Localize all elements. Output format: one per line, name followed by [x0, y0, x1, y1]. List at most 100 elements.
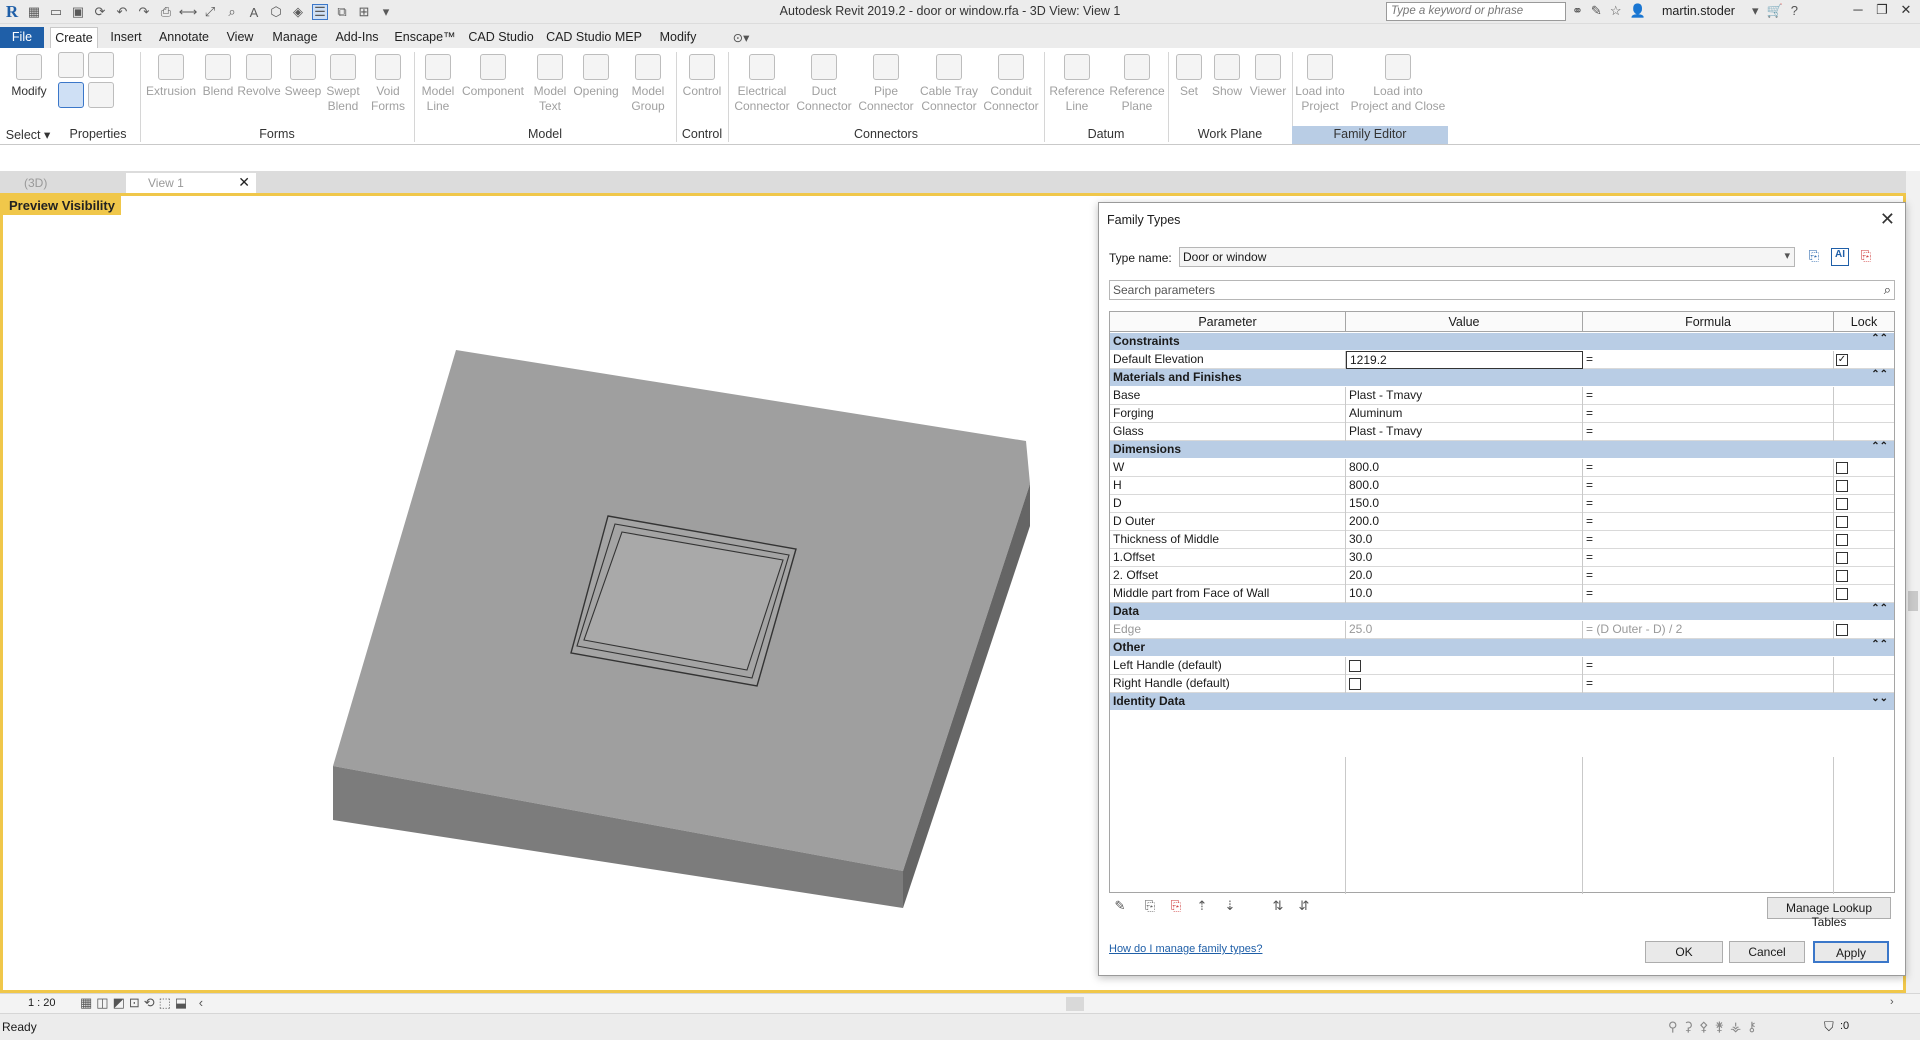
thin-lines-icon[interactable]: ☰ [312, 4, 328, 20]
measure-icon[interactable]: ⟷ [179, 4, 198, 20]
parameter-value[interactable] [1346, 675, 1583, 693]
dialog-close-icon[interactable]: ✕ [1880, 209, 1895, 230]
parameter-value[interactable]: 800.0 [1346, 477, 1583, 495]
lock-checkbox[interactable] [1836, 534, 1848, 546]
value-checkbox[interactable] [1349, 660, 1361, 672]
edit-parameter-icon[interactable]: ✎ [1111, 898, 1129, 916]
family-types-icon[interactable] [88, 52, 114, 78]
filter-icon[interactable]: ⛉ [1824, 1019, 1834, 1035]
reference-plane-button[interactable]: Reference Plane [1108, 52, 1166, 114]
help-icon[interactable]: ? [1791, 3, 1798, 19]
minimize-button[interactable]: ─ [1846, 2, 1870, 22]
scale-label[interactable]: 1 : 20 [28, 997, 56, 1009]
tab-view[interactable]: View [220, 27, 260, 48]
tab-annotate[interactable]: Annotate [154, 27, 214, 48]
type-name-select[interactable]: Door or window ▾ [1179, 247, 1795, 267]
horizontal-scroll-thumb[interactable] [1066, 997, 1084, 1011]
open-icon[interactable]: ▭ [48, 4, 64, 20]
panel-select[interactable]: Select ▾ [0, 126, 56, 144]
home-icon[interactable]: ▦ [26, 4, 42, 20]
lock-checkbox[interactable] [1836, 480, 1848, 492]
tab-file[interactable]: File [0, 27, 44, 48]
tab-modify[interactable]: Modify [652, 27, 704, 48]
parameter-value[interactable]: 30.0 [1346, 549, 1583, 567]
load-into-project-close-button[interactable]: Load into Project and Close [1348, 52, 1448, 114]
lock-checkbox[interactable]: ✓ [1836, 354, 1848, 366]
type-properties-icon[interactable] [88, 82, 114, 108]
group-header[interactable]: Identity Data ⌄⌄ [1110, 693, 1894, 710]
group-header[interactable]: Other ⌃⌃ [1110, 639, 1894, 656]
pipe-connector-button[interactable]: Pipe Connector [856, 52, 916, 114]
parameter-formula[interactable]: = [1583, 675, 1834, 693]
close-hidden-icon[interactable]: ⧉ [334, 4, 350, 20]
user-name[interactable]: martin.stoder [1662, 4, 1735, 18]
group-header[interactable]: Dimensions ⌃⌃ [1110, 441, 1894, 458]
tab-3d-view[interactable]: (3D) [2, 173, 122, 193]
lock-checkbox[interactable] [1836, 588, 1848, 600]
revolve-button[interactable]: Revolve [236, 52, 282, 99]
close-button[interactable]: ✕ [1894, 2, 1918, 22]
lock-checkbox[interactable] [1836, 462, 1848, 474]
lock-checkbox[interactable] [1836, 516, 1848, 528]
parameter-formula[interactable]: = [1583, 351, 1834, 369]
void-forms-button[interactable]: Void Forms [366, 52, 410, 114]
parameter-formula[interactable]: = [1583, 531, 1834, 549]
sort-ascending-icon[interactable]: ⇅ [1269, 898, 1287, 916]
collapse-icon[interactable]: ⌃⌃ [1871, 441, 1888, 452]
electrical-connector-button[interactable]: Electrical Connector [730, 52, 794, 114]
tag-icon[interactable]: ⌕ [224, 4, 240, 20]
print-icon[interactable]: ⎙ [158, 4, 174, 20]
parameter-value[interactable]: 10.0 [1346, 585, 1583, 603]
blend-button[interactable]: Blend [198, 52, 238, 99]
sweep-button[interactable]: Sweep [282, 52, 324, 99]
value-checkbox[interactable] [1349, 678, 1361, 690]
parameter-formula[interactable]: = [1583, 477, 1834, 495]
lock-checkbox[interactable] [1836, 552, 1848, 564]
component-button[interactable]: Component [458, 52, 528, 99]
view-control-icons[interactable]: ▦◫◩⊡⟲⬚⬓ ‹ [80, 995, 207, 1011]
group-header[interactable]: Data ⌃⌃ [1110, 603, 1894, 620]
selection-filter-icons[interactable]: ⚲⚳⚴⚵⚶⚷ [1668, 1019, 1763, 1035]
save-icon[interactable]: ▣ [70, 4, 86, 20]
help-search-input[interactable]: Type a keyword or phrase [1386, 2, 1566, 21]
apply-button[interactable]: Apply [1813, 941, 1889, 963]
parameter-formula[interactable]: = [1583, 513, 1834, 531]
search-parameters-input[interactable]: Search parameters ⌕ [1109, 280, 1895, 300]
help-link[interactable]: How do I manage family types? [1109, 943, 1262, 955]
extrusion-button[interactable]: Extrusion [144, 52, 198, 99]
sort-descending-icon[interactable]: ⇵ [1295, 898, 1313, 916]
reference-line-button[interactable]: Reference Line [1048, 52, 1106, 114]
move-up-icon[interactable]: ⇡ [1193, 898, 1211, 916]
tab-view-1[interactable]: View 1 ✕ [126, 173, 256, 193]
load-into-project-button[interactable]: Load into Project [1292, 52, 1348, 114]
communication-icon[interactable]: ✎ [1591, 3, 1602, 19]
column-header-formula[interactable]: Formula [1583, 312, 1834, 332]
parameter-formula[interactable]: = [1583, 459, 1834, 477]
family-category-icon[interactable] [58, 52, 84, 78]
rename-type-icon[interactable]: AI [1831, 248, 1849, 266]
new-parameter-icon[interactable]: ⎘ [1141, 898, 1159, 916]
aligned-dimension-icon[interactable]: ⤢ [202, 4, 218, 20]
model-text-button[interactable]: Model Text [528, 52, 572, 114]
tab-cad-studio[interactable]: CAD Studio [466, 27, 536, 48]
parameter-value[interactable]: 800.0 [1346, 459, 1583, 477]
favorites-star-icon[interactable]: ☆ [1610, 3, 1622, 19]
move-down-icon[interactable]: ⇣ [1221, 898, 1239, 916]
model-group-button[interactable]: Model Group [624, 52, 672, 114]
duct-connector-button[interactable]: Duct Connector [794, 52, 854, 114]
parameter-formula[interactable]: = [1583, 423, 1834, 441]
tab-insert[interactable]: Insert [104, 27, 148, 48]
parameter-value[interactable]: 25.0 [1346, 621, 1583, 639]
parameter-value[interactable]: Plast - Tmavy [1346, 423, 1583, 441]
collapse-icon[interactable]: ⌃⌃ [1871, 639, 1888, 650]
group-header[interactable]: Materials and Finishes ⌃⌃ [1110, 369, 1894, 386]
undo-icon[interactable]: ↶ [114, 4, 130, 20]
customize-qat-icon[interactable]: ▾ [378, 4, 394, 20]
parameter-value[interactable]: Aluminum [1346, 405, 1583, 423]
section-icon[interactable]: ◈ [290, 4, 306, 20]
ok-button[interactable]: OK [1645, 941, 1723, 963]
restore-button[interactable]: ❐ [1870, 2, 1894, 22]
parameter-value[interactable]: 150.0 [1346, 495, 1583, 513]
set-button[interactable]: Set [1172, 52, 1206, 99]
swept-blend-button[interactable]: Swept Blend [324, 52, 362, 114]
